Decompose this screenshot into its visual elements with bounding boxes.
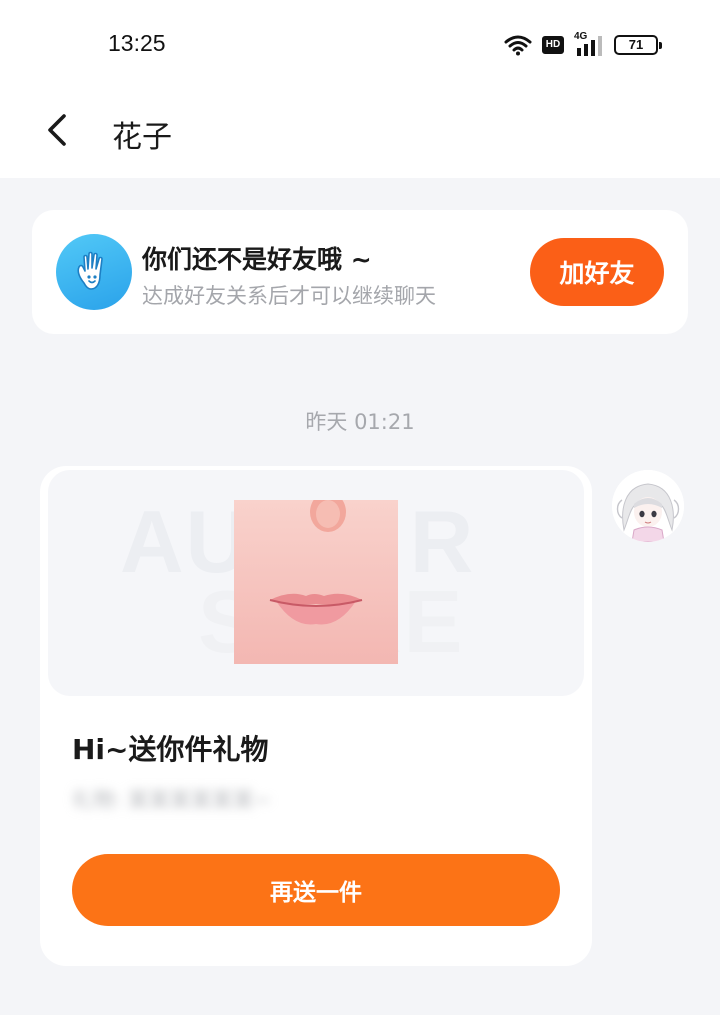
banner-subtitle: 达成好友关系后才可以继续聊天 (142, 284, 436, 308)
add-friend-button[interactable]: 加好友 (530, 238, 664, 306)
message-timestamp: 昨天 01:21 (305, 410, 415, 434)
battery-icon: 71 (614, 35, 662, 55)
avatar[interactable] (612, 470, 684, 542)
hd-icon: HD (542, 36, 564, 54)
gift-message-card: AU R S RE Hi~送你件礼物 礼物: 某某某某某某~ 再送一件 (40, 466, 592, 966)
gift-image[interactable] (234, 500, 398, 664)
status-icons: HD 4G 71 (504, 31, 662, 58)
chevron-left-icon[interactable] (40, 110, 80, 150)
not-friends-banner: 你们还不是好友哦 ~ 达成好友关系后才可以继续聊天 加好友 (32, 210, 688, 334)
page-title: 花子 (112, 120, 172, 155)
status-bar: 13:25 HD 4G 71 (0, 0, 720, 90)
hand-wave-icon (56, 234, 132, 310)
banner-title: 你们还不是好友哦 ~ (142, 245, 372, 274)
status-time: 13:25 (108, 30, 166, 56)
gift-subtitle-blurred: 礼物: 某某某某某某~ (72, 788, 272, 812)
gift-preview: AU R S RE (48, 470, 584, 696)
send-again-button[interactable]: 再送一件 (72, 854, 560, 926)
nav-bar: 花子 (0, 90, 720, 178)
signal-4g-icon: 4G (574, 31, 604, 57)
gift-title: Hi~送你件礼物 (72, 733, 269, 766)
wifi-icon (504, 35, 532, 56)
